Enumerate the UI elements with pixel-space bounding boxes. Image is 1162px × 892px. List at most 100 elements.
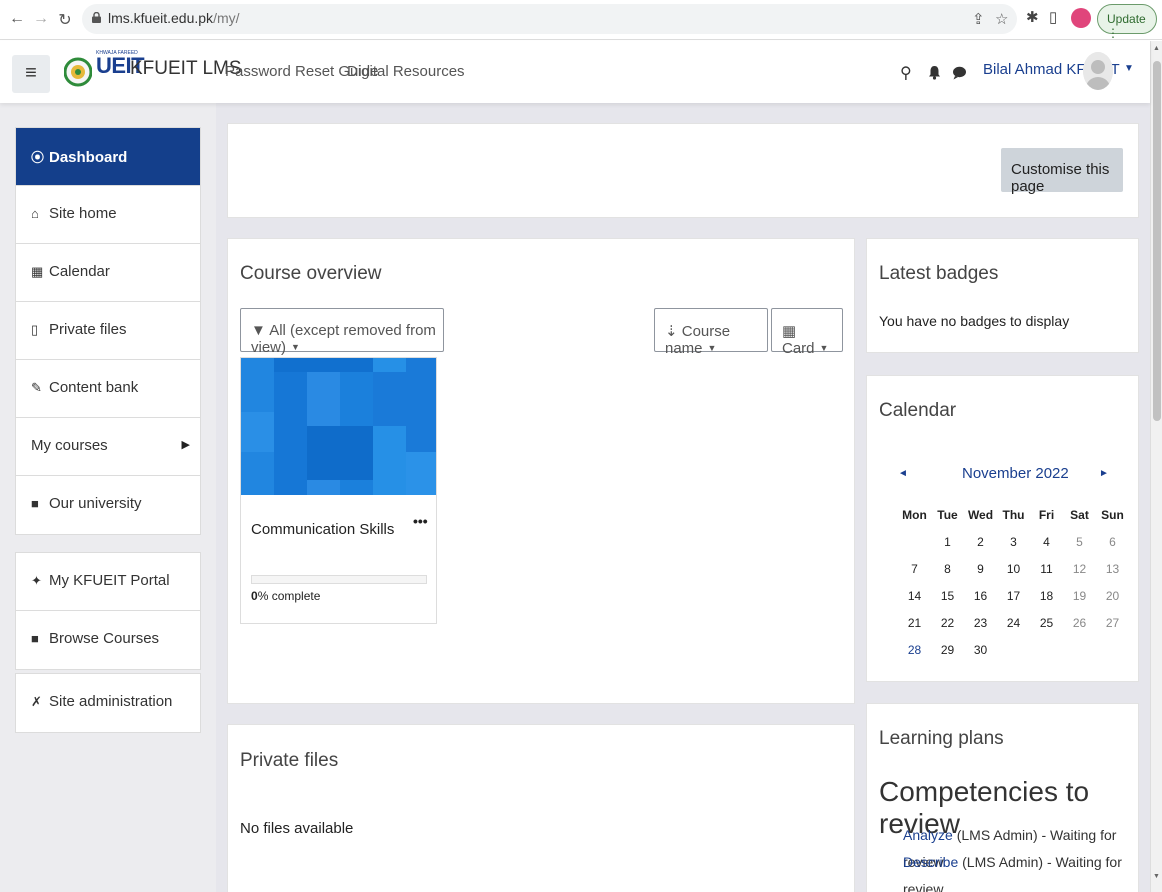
sidebar-item-site-home[interactable]: ⌂ Site home bbox=[16, 186, 200, 244]
calendar-day[interactable]: 14 bbox=[898, 582, 931, 609]
block-title: Course overview bbox=[240, 263, 382, 284]
calendar-day[interactable]: 30 bbox=[964, 636, 997, 663]
weekday-header: Sun bbox=[1101, 508, 1124, 522]
extensions-icon[interactable]: ✱ bbox=[1026, 8, 1039, 26]
calendar-day[interactable]: 12 bbox=[1063, 555, 1096, 582]
course-actions-menu-icon[interactable]: ••• bbox=[413, 513, 428, 529]
sidebar-item-label: Site home bbox=[49, 205, 117, 222]
drawer-toggle-button[interactable]: ≡ bbox=[12, 55, 50, 93]
calendar-day[interactable]: 28 bbox=[898, 636, 931, 663]
reload-icon[interactable]: ↻ bbox=[56, 10, 74, 30]
calendar-day[interactable]: 23 bbox=[964, 609, 997, 636]
calendar-day[interactable]: 25 bbox=[1030, 609, 1063, 636]
calendar-day[interactable]: 1 bbox=[931, 528, 964, 555]
brush-icon: ✎ bbox=[31, 380, 42, 395]
profile-icon[interactable] bbox=[1071, 8, 1091, 28]
calendar-icon: ▦ bbox=[31, 264, 44, 279]
calendar-day[interactable]: 11 bbox=[1030, 555, 1063, 582]
block-title: Private files bbox=[240, 750, 339, 771]
digital-resources-link[interactable]: Digital Resources bbox=[347, 63, 465, 80]
calendar-day[interactable]: 13 bbox=[1096, 555, 1129, 582]
sidebar-item-label: My courses bbox=[31, 437, 108, 454]
caret-down-icon: ▼ bbox=[707, 343, 717, 353]
back-icon[interactable]: ← bbox=[8, 10, 26, 28]
course-progress-text: 0% complete bbox=[251, 589, 321, 603]
calendar-day[interactable]: 16 bbox=[964, 582, 997, 609]
course-filter-dropdown[interactable]: ▼ All (except removed from view) ▼ bbox=[240, 308, 444, 356]
sidebar-item-dashboard[interactable]: ⦿ Dashboard bbox=[16, 128, 200, 186]
calendar-day[interactable]: 21 bbox=[898, 609, 931, 636]
calendar-day[interactable]: 29 bbox=[931, 636, 964, 663]
sidebar-item-label: Calendar bbox=[49, 263, 110, 280]
customise-page-button[interactable]: Customise this page bbox=[1001, 148, 1123, 195]
calendar-month-nav: ◄ November 2022 ► bbox=[879, 465, 1125, 488]
no-files-text: No files available bbox=[240, 820, 354, 837]
calendar-day[interactable]: 7 bbox=[898, 555, 931, 582]
calendar-day[interactable]: 27 bbox=[1096, 609, 1129, 636]
calendar-day[interactable]: 26 bbox=[1063, 609, 1096, 636]
sidebar-item-site-administration[interactable]: ✗ Site administration bbox=[16, 674, 200, 732]
user-avatar[interactable] bbox=[1083, 52, 1113, 90]
calendar-empty-cell bbox=[1096, 636, 1129, 663]
lock-icon bbox=[92, 12, 101, 23]
bookmark-star-icon[interactable]: ☆ bbox=[995, 10, 1008, 28]
calendar-day[interactable]: 18 bbox=[1030, 582, 1063, 609]
forward-icon[interactable]: → bbox=[32, 10, 50, 28]
caret-down-icon: ▼ bbox=[819, 343, 829, 353]
course-image[interactable] bbox=[241, 358, 436, 495]
calendar-day[interactable]: 15 bbox=[931, 582, 964, 609]
calendar-day[interactable]: 6 bbox=[1096, 528, 1129, 555]
view-dropdown[interactable]: ▦ Card ▼ bbox=[771, 308, 843, 357]
messages-icon[interactable] bbox=[952, 66, 967, 80]
sidebar-item-our-university[interactable]: ■ Our university bbox=[16, 476, 200, 534]
search-icon[interactable]: ⚲ bbox=[900, 63, 912, 83]
sidebar-item-browse-courses[interactable]: ■ Browse Courses bbox=[16, 611, 200, 669]
calendar-day[interactable]: 8 bbox=[931, 555, 964, 582]
square-icon: ■ bbox=[31, 631, 39, 646]
scroll-up-icon[interactable]: ▲ bbox=[1153, 45, 1160, 52]
dropdown-label: All (except removed from view) bbox=[251, 322, 436, 356]
calendar-day[interactable]: 4 bbox=[1030, 528, 1063, 555]
calendar-day[interactable]: 20 bbox=[1096, 582, 1129, 609]
calendar-day[interactable]: 2 bbox=[964, 528, 997, 555]
competency-link[interactable]: Analyze bbox=[903, 827, 953, 843]
scroll-down-icon[interactable]: ▼ bbox=[1153, 873, 1160, 880]
browser-toolbar: ← → ↻ lms.kfueit.edu.pk/my/ ⇪ ☆ ✱ ▯ Upda… bbox=[0, 0, 1162, 40]
course-card[interactable]: Communication Skills ••• 0% complete bbox=[240, 357, 437, 624]
scroll-thumb[interactable] bbox=[1153, 61, 1161, 421]
calendar-day[interactable]: 9 bbox=[964, 555, 997, 582]
course-name-link[interactable]: Communication Skills bbox=[251, 521, 394, 538]
previous-month-icon[interactable]: ◄ bbox=[898, 468, 908, 479]
competency-link[interactable]: Describe bbox=[903, 854, 958, 870]
url-text: lms.kfueit.edu.pk/my/ bbox=[108, 10, 240, 26]
sidepanel-icon[interactable]: ▯ bbox=[1049, 8, 1057, 26]
calendar-day[interactable]: 24 bbox=[997, 609, 1030, 636]
address-bar[interactable]: lms.kfueit.edu.pk/my/ ⇪ ☆ bbox=[82, 4, 1017, 34]
sidebar-item-private-files[interactable]: ▯ Private files bbox=[16, 302, 200, 360]
next-month-icon[interactable]: ► bbox=[1099, 468, 1109, 479]
sidebar-item-label: Site administration bbox=[49, 693, 173, 710]
weekday-header: Sat bbox=[1070, 508, 1089, 522]
sidebar-item-my-kfueit-portal[interactable]: ✦ My KFUEIT Portal bbox=[16, 553, 200, 611]
nav-drawer-links-group: ✦ My KFUEIT Portal ■ Browse Courses bbox=[15, 552, 201, 670]
sidebar-item-my-courses[interactable]: My courses ▶ bbox=[16, 418, 200, 476]
calendar-day[interactable]: 22 bbox=[931, 609, 964, 636]
calendar-day[interactable]: 10 bbox=[997, 555, 1030, 582]
share-icon[interactable]: ⇪ bbox=[972, 10, 985, 28]
calendar-day[interactable]: 17 bbox=[997, 582, 1030, 609]
notifications-bell-icon[interactable] bbox=[928, 65, 941, 80]
update-button[interactable]: Update ⋮ bbox=[1097, 4, 1157, 40]
learning-plans-block: Learning plans Competencies to review An… bbox=[866, 703, 1139, 892]
user-menu-caret-icon[interactable]: ▼ bbox=[1124, 63, 1134, 74]
calendar-day[interactable]: 3 bbox=[997, 528, 1030, 555]
sidebar-item-calendar[interactable]: ▦ Calendar bbox=[16, 244, 200, 302]
nav-drawer-main-group: ⦿ Dashboard ⌂ Site home ▦ Calendar ▯ Private… bbox=[15, 127, 201, 535]
sidebar-item-content-bank[interactable]: ✎ Content bank bbox=[16, 360, 200, 418]
file-icon: ▯ bbox=[31, 322, 39, 337]
university-logo[interactable] bbox=[64, 52, 92, 92]
page-scrollbar[interactable]: ▲ ▼ bbox=[1150, 41, 1162, 892]
sort-dropdown[interactable]: ⇣ Course name ▼ bbox=[654, 308, 768, 357]
calendar-day[interactable]: 5 bbox=[1063, 528, 1096, 555]
calendar-month-title[interactable]: November 2022 bbox=[962, 465, 1069, 482]
calendar-day[interactable]: 19 bbox=[1063, 582, 1096, 609]
